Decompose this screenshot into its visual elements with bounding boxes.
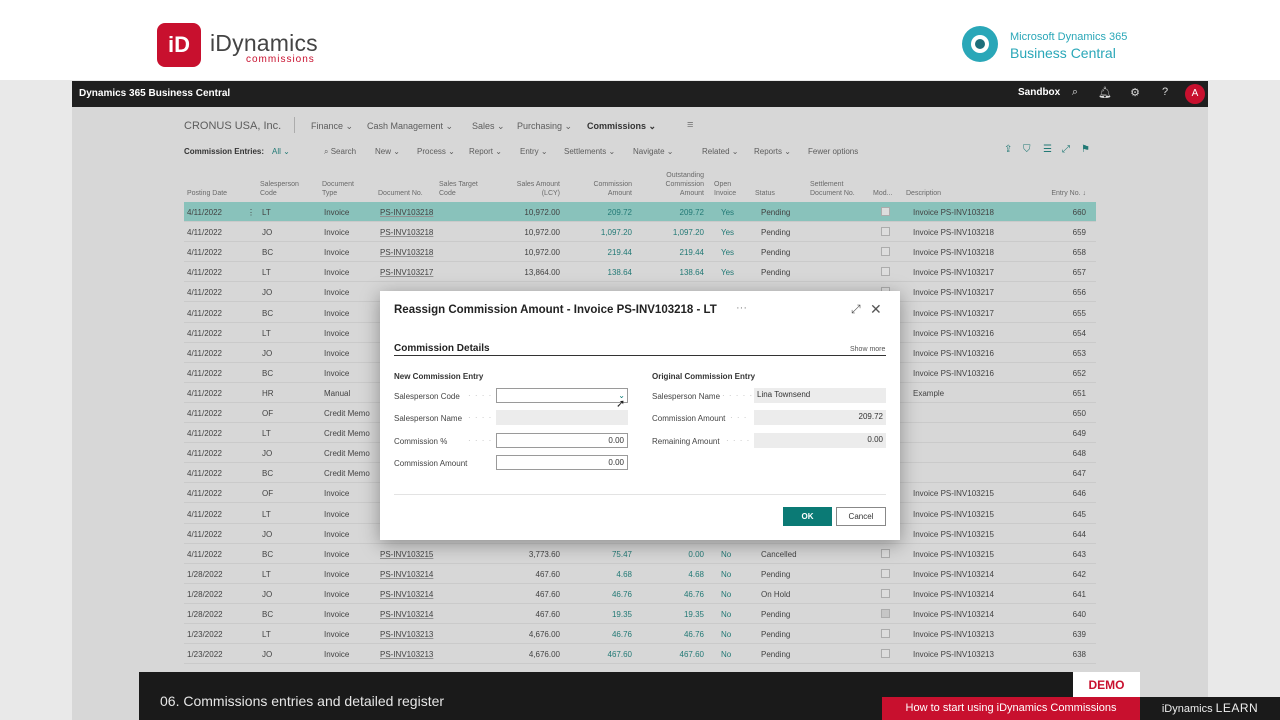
idynamics-logo: iD — [157, 23, 201, 67]
learn-suffix: LEARN — [1215, 701, 1259, 715]
remaining-amount-field: 0.00 — [754, 433, 886, 448]
learn-banner: iDynamics LEARN — [1140, 697, 1280, 720]
ms-line-1: Microsoft Dynamics 365 — [1010, 31, 1128, 43]
branding-banner: iD iDynamics commissions Microsoft Dynam… — [0, 0, 1280, 80]
learn-prefix: iDynamics — [1161, 703, 1213, 715]
original-entry-group-title: Original Commission Entry — [652, 372, 756, 381]
video-caption: 06. Commissions entries and detailed reg… — [160, 693, 445, 709]
salesperson-name-field — [496, 410, 628, 425]
environment-label[interactable]: Sandbox — [1018, 87, 1060, 98]
commission-percent-label: Commission % — [394, 437, 448, 446]
dialog-divider — [394, 494, 886, 495]
help-icon[interactable]: ? — [1158, 86, 1172, 98]
orig-commission-amount-label: Commission Amount — [652, 414, 726, 423]
show-more-link[interactable]: Show more — [850, 346, 885, 353]
commission-amount-field[interactable]: 0.00 — [496, 455, 628, 470]
howto-banner: How to start using iDynamics Commissions — [882, 697, 1140, 720]
search-icon[interactable]: ⌕ — [1068, 86, 1082, 99]
dialog-title: Reassign Commission Amount - Invoice PS-… — [394, 304, 717, 316]
cancel-button[interactable]: Cancel — [836, 507, 886, 526]
bell-icon[interactable]: 🔔︎ — [1098, 86, 1112, 99]
app-title: Dynamics 365 Business Central — [79, 88, 231, 99]
ms-line-2: Business Central — [1010, 45, 1116, 61]
section-title[interactable]: Commission Details — [394, 343, 490, 354]
orig-salesperson-name-label: Salesperson Name — [652, 392, 721, 401]
brand-name: iDynamics — [210, 30, 318, 56]
ok-button[interactable]: OK — [783, 507, 832, 526]
app-header: Dynamics 365 Business Central Sandbox ⌕ … — [72, 81, 1208, 107]
demo-badge: DEMO — [1073, 672, 1140, 698]
field-leader: · · · — [730, 413, 748, 422]
commission-percent-field[interactable]: 0.00 — [496, 433, 628, 448]
close-icon[interactable]: ✕ — [870, 301, 882, 318]
orig-commission-amount-field: 209.72 — [754, 410, 886, 425]
business-central-logo — [962, 26, 998, 62]
mouse-cursor-icon: ➚ — [616, 398, 626, 410]
field-leader: · · · · — [726, 436, 751, 445]
new-entry-group-title: New Commission Entry — [394, 372, 484, 381]
gear-icon[interactable]: ⚙ — [1128, 86, 1142, 99]
salesperson-code-label: Salesperson Code — [394, 392, 460, 401]
remaining-amount-label: Remaining Amount — [652, 437, 720, 446]
brand-subtitle: commissions — [246, 54, 315, 65]
salesperson-code-field[interactable]: ⌄ — [496, 388, 628, 403]
commission-amount-label: Commission Amount — [394, 459, 468, 468]
section-divider — [394, 355, 886, 356]
expand-icon[interactable]: ⤢ — [851, 302, 861, 317]
orig-salesperson-name-field: Lina Townsend — [754, 388, 886, 403]
reassign-commission-dialog: Reassign Commission Amount - Invoice PS-… — [380, 291, 900, 540]
avatar[interactable]: A — [1185, 84, 1205, 104]
more-options-icon[interactable]: ··· — [736, 302, 747, 314]
field-leader: · · · · · — [722, 391, 754, 400]
salesperson-name-label: Salesperson Name — [394, 414, 463, 423]
